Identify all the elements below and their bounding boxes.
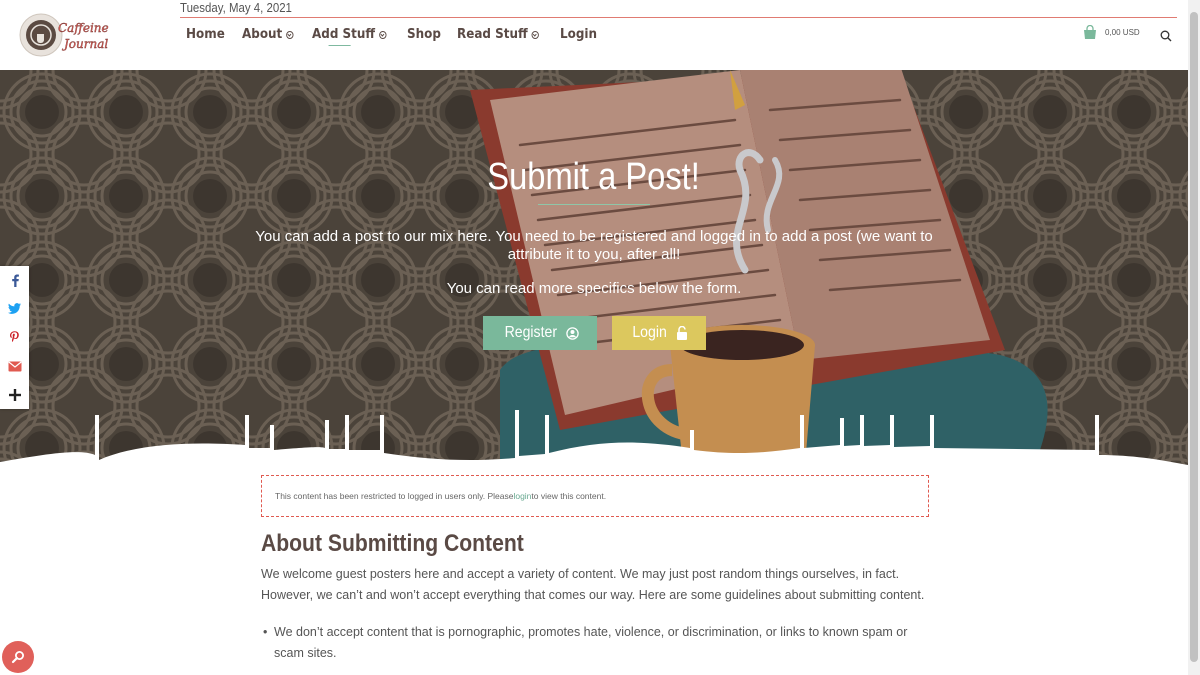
- chevron-down-icon: [378, 30, 387, 39]
- about-heading: About Submitting Content: [261, 530, 524, 557]
- nav-add-stuff[interactable]: Add Stuff: [311, 27, 387, 46]
- active-underline: [328, 44, 351, 46]
- social-share-bar: [0, 266, 29, 409]
- nav-about-label: About: [242, 27, 283, 42]
- nav-read-stuff-label: Read Stuff: [457, 27, 529, 42]
- title-divider: [538, 204, 650, 205]
- hero-banner: Submit a Post! You can add a post to our…: [0, 70, 1188, 470]
- magnifier-icon: [11, 651, 24, 664]
- list-item: We don’t accept content that is pornogra…: [261, 622, 931, 664]
- nav-read-stuff[interactable]: Read Stuff: [457, 27, 540, 42]
- svg-text:Journal: Journal: [61, 37, 108, 51]
- svg-text:Caffeine: Caffeine: [58, 21, 109, 35]
- user-circle-icon: [566, 326, 580, 340]
- twitter-icon: [8, 303, 21, 315]
- about-paragraph: We welcome guest posters here and accept…: [261, 567, 925, 602]
- guidelines-list: We don’t accept content that is pornogra…: [261, 622, 931, 664]
- nav-login-label: Login: [560, 27, 598, 42]
- site-header: Caffeine Journal Tuesday, May 4, 2021 Ho…: [0, 0, 1188, 70]
- register-button-label: Register: [504, 324, 557, 341]
- facebook-icon: [11, 274, 19, 287]
- shopping-bag-icon: [1084, 25, 1096, 39]
- page-title: Submit a Post!: [0, 156, 1188, 199]
- search-fab-button[interactable]: [2, 641, 34, 673]
- search-icon[interactable]: [1160, 30, 1172, 42]
- unlock-icon: [676, 326, 687, 340]
- share-more[interactable]: [0, 380, 29, 409]
- chevron-down-icon: [286, 30, 294, 39]
- register-button[interactable]: Register: [483, 316, 597, 350]
- share-facebook[interactable]: [0, 266, 29, 295]
- login-button[interactable]: Login: [612, 316, 706, 350]
- main-nav: Home About Add Stuff Shop Read Stuff Log…: [186, 27, 614, 46]
- share-twitter[interactable]: [0, 295, 29, 324]
- share-email[interactable]: [0, 352, 29, 381]
- hero-background-illustration: [0, 70, 1188, 470]
- notice-text-after: to view this content.: [531, 491, 607, 501]
- notice-text-before: This content has been restricted to logg…: [275, 491, 514, 501]
- nav-home[interactable]: Home: [186, 27, 225, 42]
- cart-widget[interactable]: 0,00 USD: [1083, 25, 1140, 39]
- scroll-thumb[interactable]: [1190, 12, 1198, 662]
- nav-shop-label: Shop: [406, 27, 441, 42]
- share-pinterest[interactable]: [0, 323, 29, 352]
- page-scrollbar[interactable]: [1188, 0, 1200, 675]
- nav-home-label: Home: [186, 27, 225, 42]
- date-bar: Tuesday, May 4, 2021: [180, 0, 1177, 18]
- nav-about[interactable]: About: [242, 27, 294, 42]
- restricted-content-notice: This content has been restricted to logg…: [261, 475, 929, 517]
- hero-intro-text: You can add a post to our mix here. You …: [255, 228, 933, 263]
- caffeine-journal-logo[interactable]: Caffeine Journal: [18, 12, 124, 58]
- notice-login-link[interactable]: login: [513, 491, 531, 501]
- email-icon: [7, 361, 22, 372]
- nav-shop[interactable]: Shop: [407, 27, 441, 42]
- plus-icon: [8, 388, 21, 401]
- hero-specifics-text: You can read more specifics below the fo…: [446, 280, 742, 297]
- page-title-text: Submit a Post!: [487, 156, 701, 198]
- current-date: Tuesday, May 4, 2021: [180, 0, 292, 15]
- login-button-label: Login: [632, 324, 668, 341]
- pinterest-icon: [10, 331, 19, 343]
- nav-login[interactable]: Login: [560, 27, 597, 42]
- cart-total: 0,00 USD: [1105, 27, 1140, 37]
- nav-add-stuff-label: Add Stuff: [311, 27, 376, 42]
- chevron-down-icon: [531, 30, 540, 39]
